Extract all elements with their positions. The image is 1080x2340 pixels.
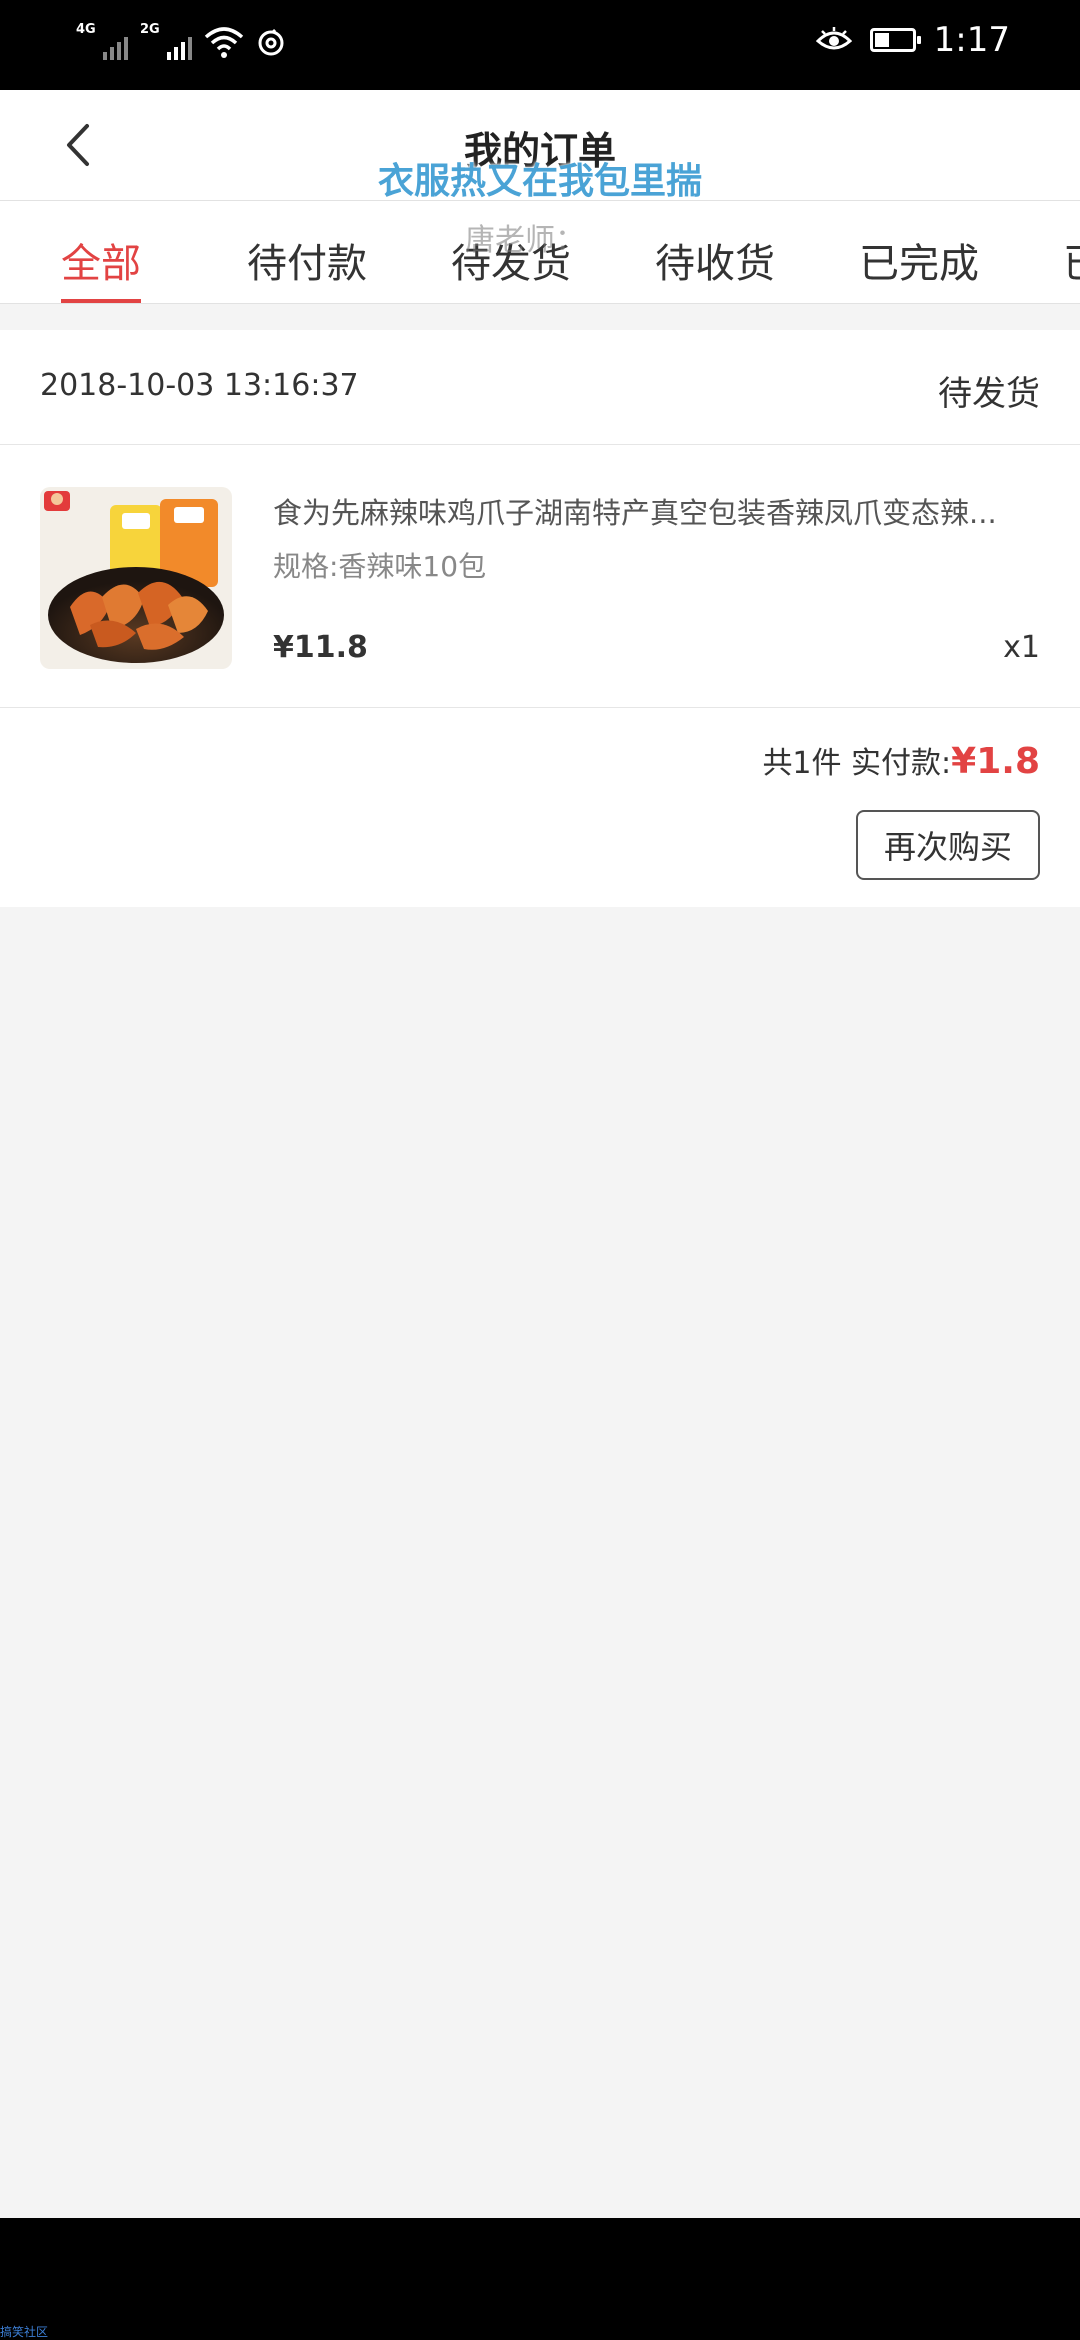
status-time: 1:17 — [933, 20, 1010, 60]
order-card[interactable]: 2018-10-03 13:16:37 待发货 食为先麻辣味鸡爪子湖南特产真空包… — [0, 330, 1080, 907]
status-bar: 4G 2G 1:17 — [0, 0, 1080, 90]
cell-signal-2-icon: 2G — [140, 22, 192, 62]
watermark: 搞笑社区 — [0, 2325, 49, 2339]
product-spec: 规格:香辣味10包 — [273, 550, 487, 583]
active-tab-indicator — [61, 299, 141, 303]
wifi-icon — [204, 27, 244, 58]
caption-speaker-overlay: 唐老师： — [465, 223, 585, 258]
order-header: 2018-10-03 13:16:37 待发货 — [0, 330, 1080, 445]
tab-pending-receipt[interactable]: 待收货 — [655, 231, 775, 289]
order-date: 2018-10-03 13:16:37 — [40, 368, 359, 403]
order-status: 待发货 — [938, 374, 1040, 414]
nav-header: 我的订单 衣服热又在我包里揣 — [0, 90, 1080, 202]
tab-completed[interactable]: 已完成 — [859, 231, 979, 289]
battery-icon — [869, 28, 921, 52]
status-bar-right: 1:17 — [815, 20, 1010, 60]
product-quantity: x1 — [1003, 630, 1040, 665]
music-app-icon — [258, 28, 284, 56]
paid-amount: ¥1.8 — [951, 741, 1040, 782]
buy-again-button[interactable]: 再次购买 — [856, 810, 1040, 880]
tab-pending-payment[interactable]: 待付款 — [247, 231, 367, 289]
cell-signal-1-icon: 4G — [76, 22, 128, 62]
order-summary: 共1件 实付款: ¥1.8 — [762, 738, 1040, 782]
video-caption-overlay: 衣服热又在我包里揣 — [377, 161, 702, 202]
tab-more[interactable]: 已 — [1063, 231, 1080, 289]
summary-label: 共1件 实付款: — [762, 746, 952, 781]
eye-comfort-icon — [815, 27, 852, 50]
product-title[interactable]: 食为先麻辣味鸡爪子湖南特产真空包装香辣凤爪变态辣... — [273, 490, 1043, 532]
order-item[interactable]: 食为先麻辣味鸡爪子湖南特产真空包装香辣凤爪变态辣... 规格:香辣味10包 ¥1… — [0, 445, 1080, 708]
network-type-1: 4G — [76, 22, 96, 37]
tab-all[interactable]: 全部 — [61, 231, 141, 289]
status-bar-left: 4G 2G — [76, 22, 286, 62]
product-price: ¥11.8 — [273, 630, 368, 665]
product-thumbnail[interactable] — [40, 487, 232, 669]
network-type-2: 2G — [140, 22, 160, 37]
system-nav-bar — [0, 2218, 1080, 2340]
